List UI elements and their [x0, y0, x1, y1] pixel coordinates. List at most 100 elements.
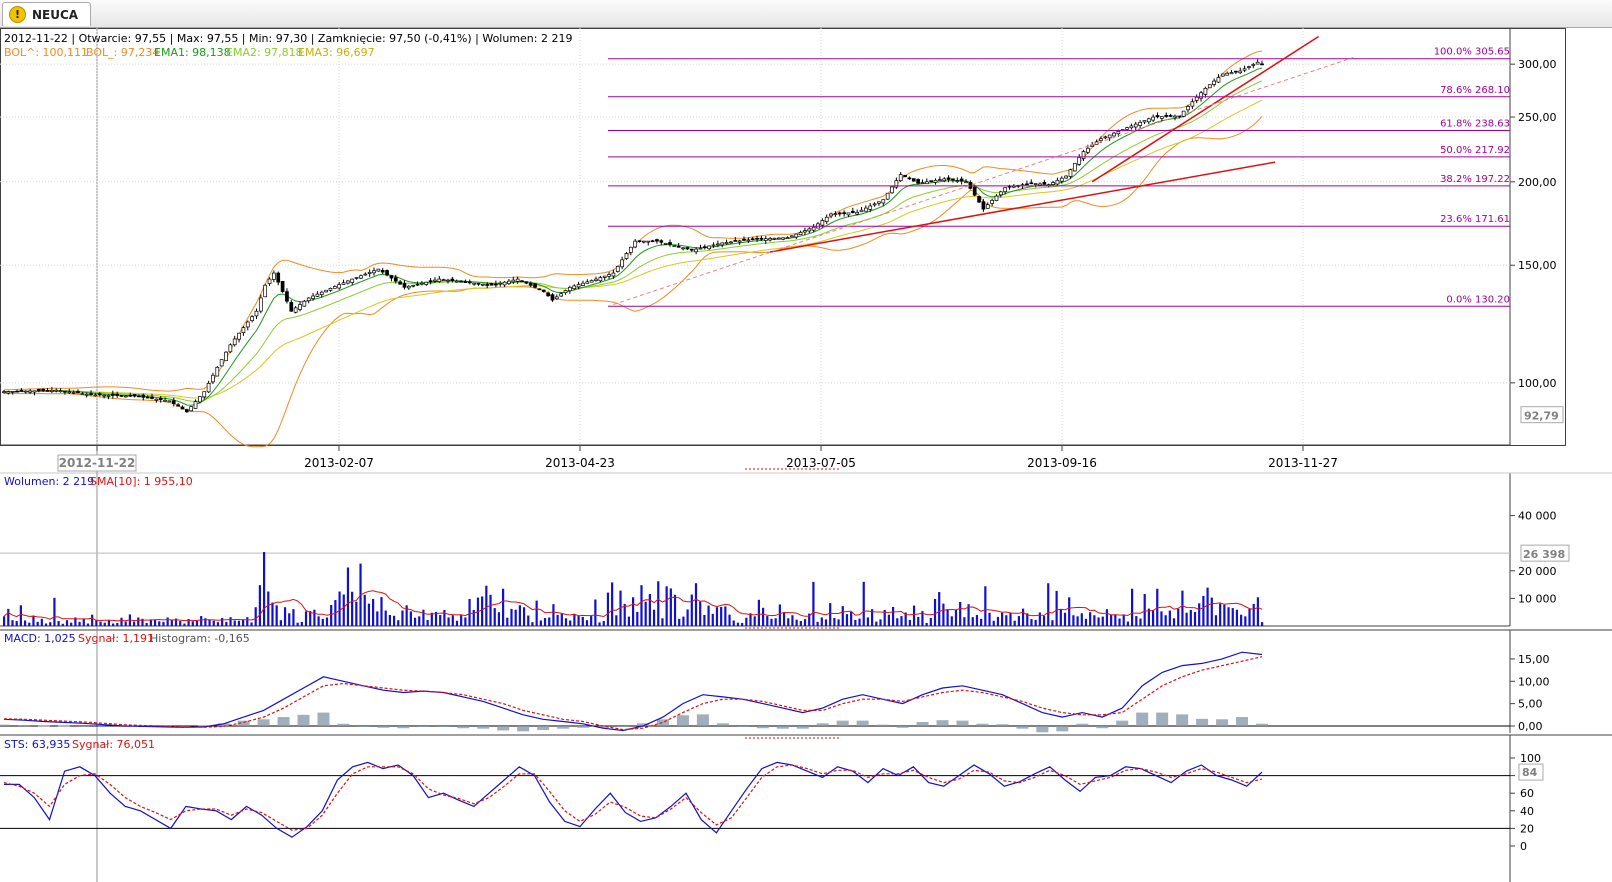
- candle-body: [237, 332, 241, 340]
- volume-bar: [602, 621, 605, 626]
- candle-body: [145, 396, 150, 399]
- volume-bar: [1097, 617, 1100, 626]
- candle-body: [533, 283, 537, 288]
- candle-body: [907, 177, 912, 180]
- volume-bar: [1122, 614, 1125, 626]
- macd-ytick-label: 15,00: [1518, 653, 1550, 666]
- volume-bar: [1139, 618, 1142, 626]
- volume-bar: [560, 613, 563, 626]
- candle-body: [750, 238, 755, 241]
- candle-body: [602, 275, 607, 278]
- candle-body: [1138, 121, 1142, 126]
- volume-bar: [1021, 608, 1025, 626]
- candle-body: [184, 409, 189, 413]
- volume-bar: [78, 621, 81, 626]
- candle-body: [215, 366, 220, 377]
- candle-body: [1029, 182, 1034, 185]
- volume-bar: [355, 601, 358, 626]
- volume-bar: [585, 620, 589, 626]
- tab-neuca[interactable]: ! NEUCA: [2, 2, 92, 26]
- candle-body: [285, 291, 289, 302]
- candle-body: [985, 204, 990, 209]
- volume-bar: [736, 622, 740, 626]
- macd-signal-label: Sygnał: 1,191: [78, 632, 154, 645]
- candle-body: [171, 400, 176, 404]
- volume-ytick-label: 20 000: [1518, 565, 1557, 578]
- candle-body: [877, 201, 881, 204]
- tab-label: NEUCA: [32, 7, 79, 22]
- volume-bar: [577, 615, 580, 626]
- volume-bar: [1110, 614, 1113, 626]
- volume-bar: [1143, 593, 1146, 626]
- candle-body: [846, 212, 851, 216]
- chart-area[interactable]: 2012-11-22 | Otwarcie: 97,55 | Max: 97,5…: [0, 28, 1612, 882]
- candle-body: [803, 230, 807, 233]
- bol-up-label: BOL^: 100,111: [4, 46, 88, 59]
- candle-body: [211, 374, 215, 383]
- volume-bar: [468, 598, 471, 626]
- candle-body: [1260, 63, 1264, 66]
- volume-bar: [1240, 614, 1243, 626]
- date-tick-label: 2012-11-22: [59, 456, 136, 470]
- volume-bar: [439, 614, 442, 626]
- macd-histogram-bar: [357, 726, 370, 727]
- candle-body: [772, 237, 777, 240]
- volume-bar: [506, 617, 509, 626]
- volume-bar: [879, 619, 882, 626]
- volume-bar: [216, 622, 220, 626]
- macd-histogram-bar: [876, 724, 889, 726]
- volume-current-label: 26 398: [1523, 548, 1565, 561]
- candle-body: [759, 237, 764, 240]
- candle-body: [829, 213, 833, 217]
- candle-body: [546, 292, 550, 297]
- volume-bar: [598, 622, 601, 626]
- candle-body: [415, 283, 420, 286]
- candle-body: [67, 391, 72, 394]
- volume-bar: [774, 618, 777, 626]
- candle-body: [951, 178, 955, 181]
- volume-bar: [447, 617, 450, 626]
- candle-body: [724, 242, 729, 244]
- candle-body: [711, 244, 716, 247]
- candle-body: [781, 237, 786, 240]
- candle-body: [881, 199, 886, 204]
- candle-body: [1077, 157, 1082, 165]
- volume-bar: [791, 615, 794, 626]
- candle-body: [202, 391, 207, 398]
- volume-bar: [824, 619, 828, 626]
- candle-body: [97, 393, 102, 396]
- fib-label: 50.0% 217.92: [1440, 145, 1510, 156]
- candle-body: [337, 284, 342, 289]
- candle-body: [489, 283, 494, 286]
- macd-histogram-bar: [816, 723, 829, 726]
- candle-body: [406, 285, 411, 289]
- macd-histogram-bar: [377, 726, 390, 728]
- sts-current-label: 84: [1522, 766, 1538, 779]
- volume-bar: [531, 622, 534, 626]
- candle-body: [977, 195, 981, 203]
- volume-bar: [15, 621, 18, 626]
- volume-bar: [346, 567, 350, 626]
- volume-bar: [330, 605, 333, 626]
- volume-bar: [225, 621, 228, 626]
- candle-body: [607, 274, 611, 277]
- volume-bar: [212, 620, 215, 626]
- volume-bar: [686, 609, 689, 626]
- volume-bar: [200, 616, 203, 626]
- volume-bar: [145, 622, 148, 626]
- volume-bar: [564, 618, 568, 626]
- volume-ytick-label: 10 000: [1518, 592, 1557, 605]
- volume-bar: [112, 623, 115, 626]
- volume-bar: [342, 594, 345, 626]
- macd-histogram-bar: [517, 726, 530, 732]
- macd-histogram-bar: [956, 720, 969, 726]
- volume-bar: [933, 598, 937, 626]
- volume-bar: [833, 617, 836, 626]
- candle-body: [63, 390, 67, 393]
- volume-bar: [1261, 622, 1264, 626]
- candle-body: [685, 247, 690, 250]
- candle-body: [507, 280, 511, 285]
- candle-body: [1155, 115, 1160, 118]
- volume-bar: [376, 611, 379, 626]
- candle-body: [124, 395, 128, 398]
